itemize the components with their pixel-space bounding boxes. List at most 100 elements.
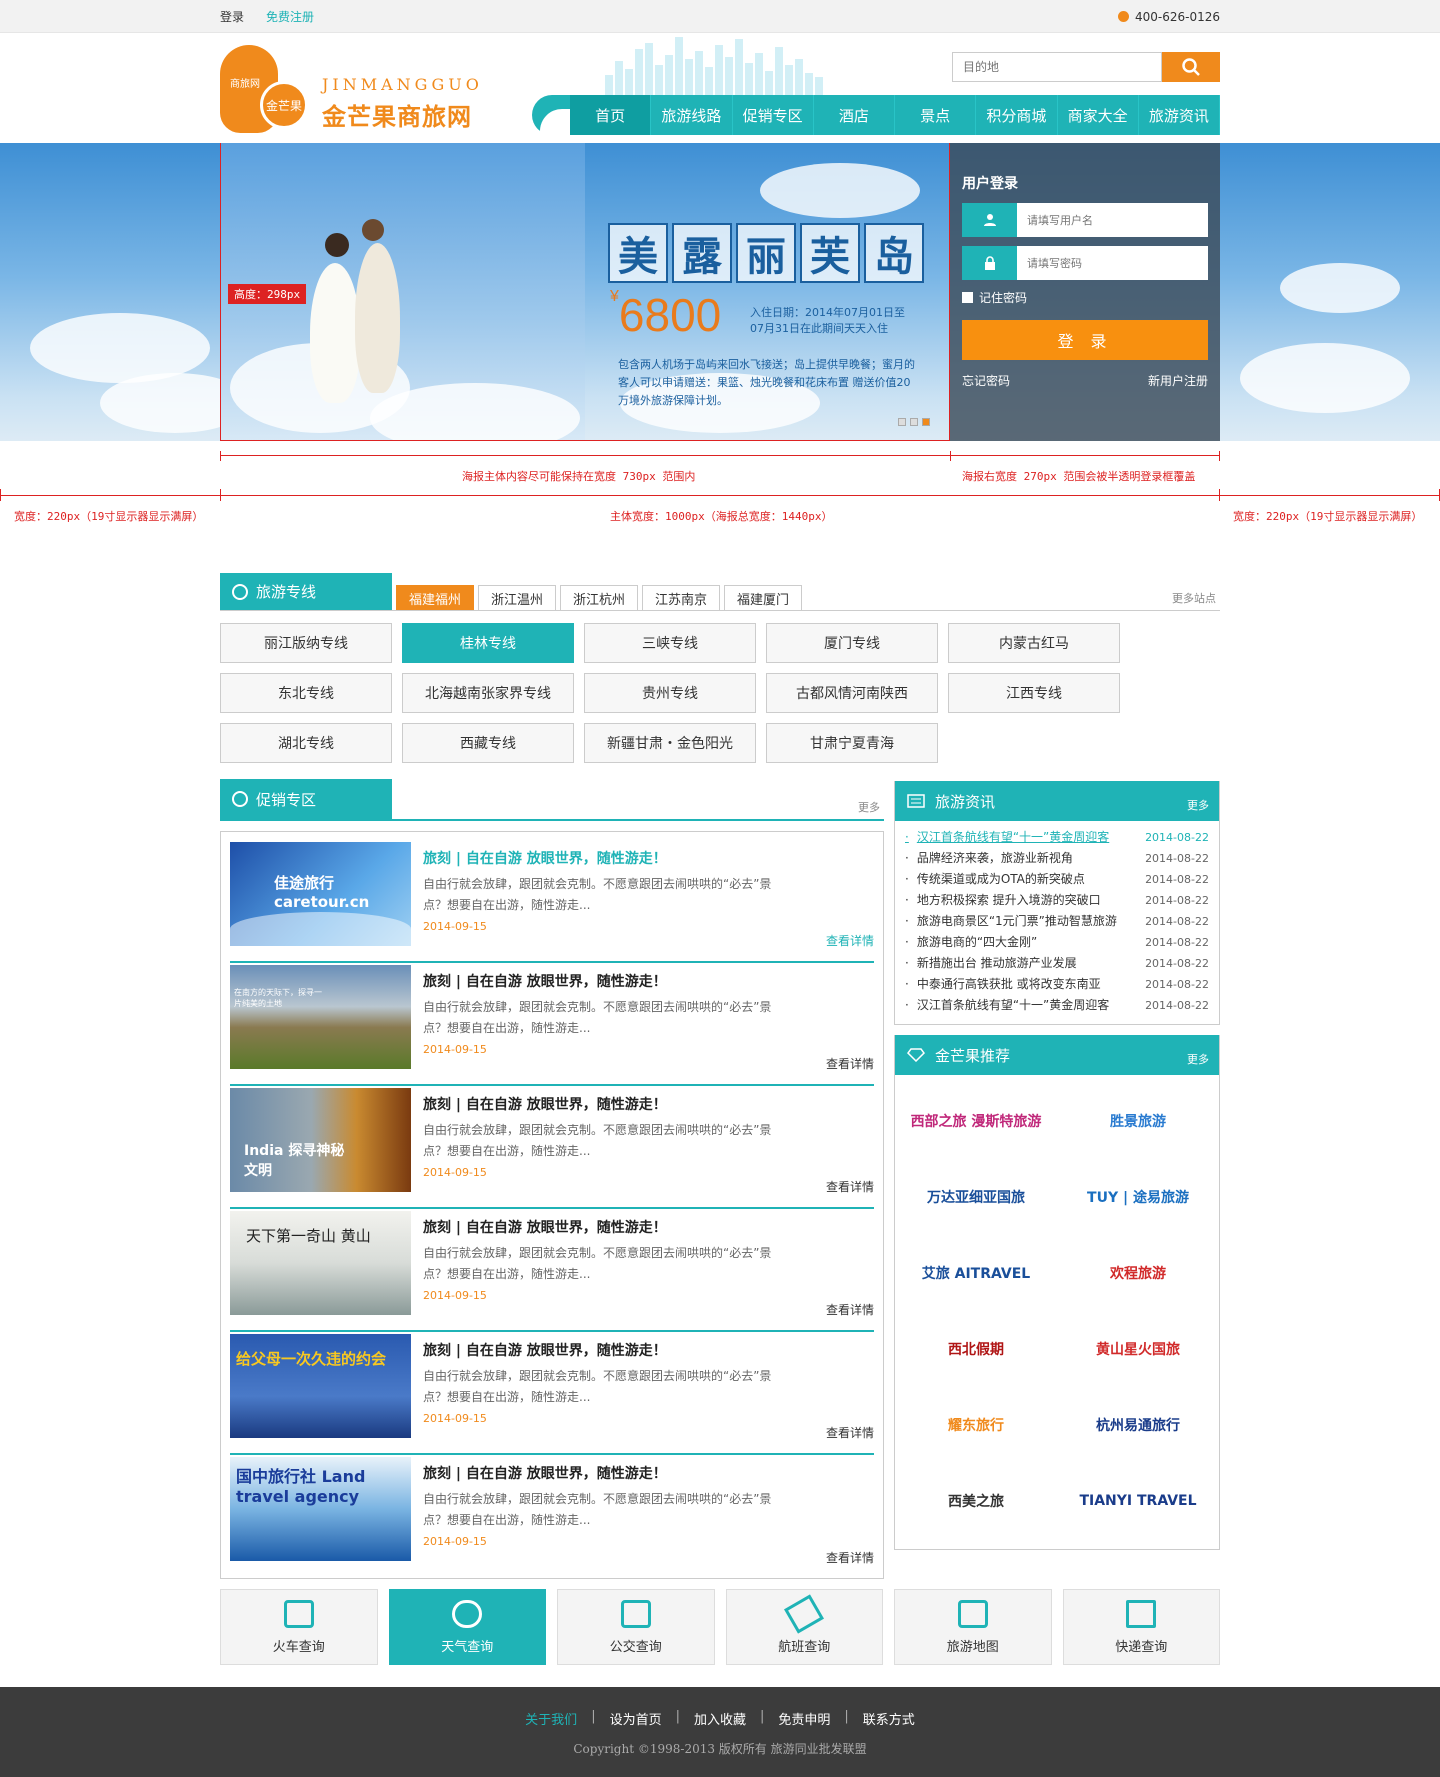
hero-banner[interactable]: 高度：298px 美 露 丽 芙 岛 ¥6800 入住日期：2014年07月01… — [0, 143, 1440, 453]
deal-details-link[interactable]: 查看详情 — [826, 1424, 874, 1441]
line-item[interactable]: 北海越南张家界专线 — [402, 673, 574, 713]
tab-xiamen[interactable]: 福建厦门 — [724, 585, 802, 610]
news-date: 2014-08-22 — [1145, 852, 1209, 865]
news-item[interactable]: 品牌经济来袭，旅游业新视角 2014-08-22 — [905, 848, 1209, 869]
login-button[interactable]: 登 录 — [962, 320, 1208, 360]
promotions-more-link[interactable]: 更多 — [858, 799, 880, 815]
partner-logo[interactable]: 万达亚细亚国旅 — [895, 1159, 1057, 1235]
partner-logo[interactable]: 胜景旅游 — [1057, 1083, 1219, 1159]
weather-query-button[interactable]: 天气查询 — [388, 1589, 546, 1665]
partner-logo[interactable]: TIANYI TRAVEL — [1057, 1463, 1219, 1539]
travel-map-button[interactable]: 旅游地图 — [894, 1589, 1052, 1665]
deal-title[interactable]: 旅刻 | 自在自游 放眼世界，随性游走！ — [423, 848, 874, 868]
recommend-more-link[interactable]: 更多 — [1187, 1051, 1209, 1067]
forgot-password-link[interactable]: 忘记密码 — [962, 372, 1010, 389]
deal-description: 自由行就会放肆，跟团就会克制。不愿意跟团去闹哄哄的“必去”景点？想要自在出游，随… — [423, 1246, 772, 1281]
news-item[interactable]: 中泰通行高铁获批 或将改变东南亚 2014-08-22 — [905, 974, 1209, 995]
deal-image-cits[interactable]: 国中旅行社 Land travel agency — [230, 1457, 411, 1561]
deal-image-india[interactable]: India 探寻神秘文明 — [230, 1088, 411, 1192]
username-input[interactable] — [1017, 203, 1208, 237]
tab-fuzhou[interactable]: 福建福州 — [396, 585, 474, 610]
partner-logo[interactable]: 西部之旅 漫斯特旅游 — [895, 1083, 1057, 1159]
line-item-active[interactable]: 桂林专线 — [402, 623, 574, 663]
deal-details-link[interactable]: 查看详情 — [826, 1055, 874, 1072]
partner-logo[interactable]: 欢程旅游 — [1057, 1235, 1219, 1311]
line-item[interactable]: 江西专线 — [948, 673, 1120, 713]
carousel-dot[interactable] — [898, 418, 906, 426]
nav-attractions[interactable]: 景点 — [895, 95, 977, 135]
tab-hangzhou[interactable]: 浙江杭州 — [560, 585, 638, 610]
line-item[interactable]: 新疆甘肃・金色阳光 — [584, 723, 756, 763]
nav-routes[interactable]: 旅游线路 — [651, 95, 733, 135]
news-item[interactable]: 新措施出台 推动旅游产业发展 2014-08-22 — [905, 953, 1209, 974]
disclaimer-link[interactable]: 免责申明 — [778, 1709, 830, 1728]
deal-title[interactable]: 旅刻 | 自在自游 放眼世界，随性游走！ — [423, 1340, 874, 1360]
partner-logo[interactable]: 耀东旅行 — [895, 1387, 1057, 1463]
partner-logo[interactable]: 杭州易通旅行 — [1057, 1387, 1219, 1463]
partner-logo[interactable]: TUY | 途易旅游 — [1057, 1159, 1219, 1235]
nav-hotels[interactable]: 酒店 — [813, 95, 895, 135]
deal-details-link[interactable]: 查看详情 — [826, 1549, 874, 1566]
bus-query-button[interactable]: 公交查询 — [557, 1589, 715, 1665]
deal-title[interactable]: 旅刻 | 自在自游 放眼世界，随性游走！ — [423, 971, 874, 991]
news-item[interactable]: 汉江首条航线有望“十一”黄金周迎客 2014-08-22 — [905, 995, 1209, 1016]
register-link[interactable]: 免费注册 — [266, 8, 314, 25]
tab-wenzhou[interactable]: 浙江温州 — [478, 585, 556, 610]
add-favorite-link[interactable]: 加入收藏 — [694, 1709, 746, 1728]
deal-title[interactable]: 旅刻 | 自在自游 放眼世界，随性游走！ — [423, 1463, 874, 1483]
tab-nanjing[interactable]: 江苏南京 — [642, 585, 720, 610]
express-query-button[interactable]: 快递查询 — [1062, 1589, 1220, 1665]
nav-promotions[interactable]: 促销专区 — [732, 95, 814, 135]
train-query-button[interactable]: 火车查询 — [220, 1589, 378, 1665]
login-link[interactable]: 登录 — [220, 8, 244, 25]
search-button[interactable] — [1162, 52, 1220, 82]
deal-details-link[interactable]: 查看详情 — [826, 932, 874, 949]
partner-logo[interactable]: 西美之旅 — [895, 1463, 1057, 1539]
line-item[interactable]: 三峡专线 — [584, 623, 756, 663]
nav-merchants[interactable]: 商家大全 — [1057, 95, 1139, 135]
deal-title[interactable]: 旅刻 | 自在自游 放眼世界，随性游走！ — [423, 1217, 874, 1237]
news-item[interactable]: 旅游电商的“四大金刚” 2014-08-22 — [905, 932, 1209, 953]
travel-lines-title: 旅游专线 — [220, 573, 392, 610]
site-logo[interactable]: 商旅网 金芒果 JINMANGGUO 金芒果商旅网 — [220, 45, 510, 137]
deal-details-link[interactable]: 查看详情 — [826, 1178, 874, 1195]
password-input[interactable] — [1017, 246, 1208, 280]
remember-checkbox[interactable] — [962, 292, 973, 303]
deal-title[interactable]: 旅刻 | 自在自游 放眼世界，随性游走！ — [423, 1094, 874, 1114]
line-item[interactable]: 古都风情河南陕西 — [766, 673, 938, 713]
partner-logo[interactable]: 黄山星火国旅 — [1057, 1311, 1219, 1387]
line-item[interactable]: 西藏专线 — [402, 723, 574, 763]
username-field — [962, 203, 1208, 237]
deal-image-huangshan[interactable]: 天下第一奇山 黄山 — [230, 1211, 411, 1315]
line-item[interactable]: 甘肃宁夏青海 — [766, 723, 938, 763]
about-us-link[interactable]: 关于我们 — [525, 1709, 577, 1728]
line-item[interactable]: 丽江版纳专线 — [220, 623, 392, 663]
search-input[interactable] — [952, 52, 1162, 82]
carousel-dot[interactable] — [910, 418, 918, 426]
carousel-dot-active[interactable] — [922, 418, 930, 426]
line-item[interactable]: 东北专线 — [220, 673, 392, 713]
line-item[interactable]: 厦门专线 — [766, 623, 938, 663]
news-more-link[interactable]: 更多 — [1187, 797, 1209, 813]
set-homepage-link[interactable]: 设为首页 — [610, 1709, 662, 1728]
more-stations-link[interactable]: 更多站点 — [1172, 590, 1216, 606]
contact-link[interactable]: 联系方式 — [863, 1709, 915, 1728]
deal-image-caretour[interactable]: 佳途旅行 caretour.cn — [230, 842, 411, 946]
deal-image-landscape[interactable]: 在南方的天际下，探寻一片纯美的土地 — [230, 965, 411, 1069]
nav-news[interactable]: 旅游资讯 — [1138, 95, 1220, 135]
news-item[interactable]: 地方积极探索 提升入境游的突破口 2014-08-22 — [905, 890, 1209, 911]
news-item[interactable]: 传统渠道或成为OTA的新突破点 2014-08-22 — [905, 869, 1209, 890]
deal-image-parents[interactable]: 给父母一次久违的约会 — [230, 1334, 411, 1438]
line-item[interactable]: 内蒙古红马 — [948, 623, 1120, 663]
new-user-register-link[interactable]: 新用户注册 — [1148, 372, 1208, 389]
deal-details-link[interactable]: 查看详情 — [826, 1301, 874, 1318]
news-item[interactable]: 旅游电商景区“1元门票”推动智慧旅游 2014-08-22 — [905, 911, 1209, 932]
news-item[interactable]: 汉江首条航线有望“十一”黄金周迎客 2014-08-22 — [905, 827, 1209, 848]
nav-home[interactable]: 首页 — [570, 95, 652, 135]
nav-points-mall[interactable]: 积分商城 — [976, 95, 1058, 135]
line-item[interactable]: 贵州专线 — [584, 673, 756, 713]
flight-query-button[interactable]: 航班查询 — [725, 1589, 883, 1665]
line-item[interactable]: 湖北专线 — [220, 723, 392, 763]
partner-logo[interactable]: 艾旅 AITRAVEL — [895, 1235, 1057, 1311]
partner-logo[interactable]: 西北假期 — [895, 1311, 1057, 1387]
